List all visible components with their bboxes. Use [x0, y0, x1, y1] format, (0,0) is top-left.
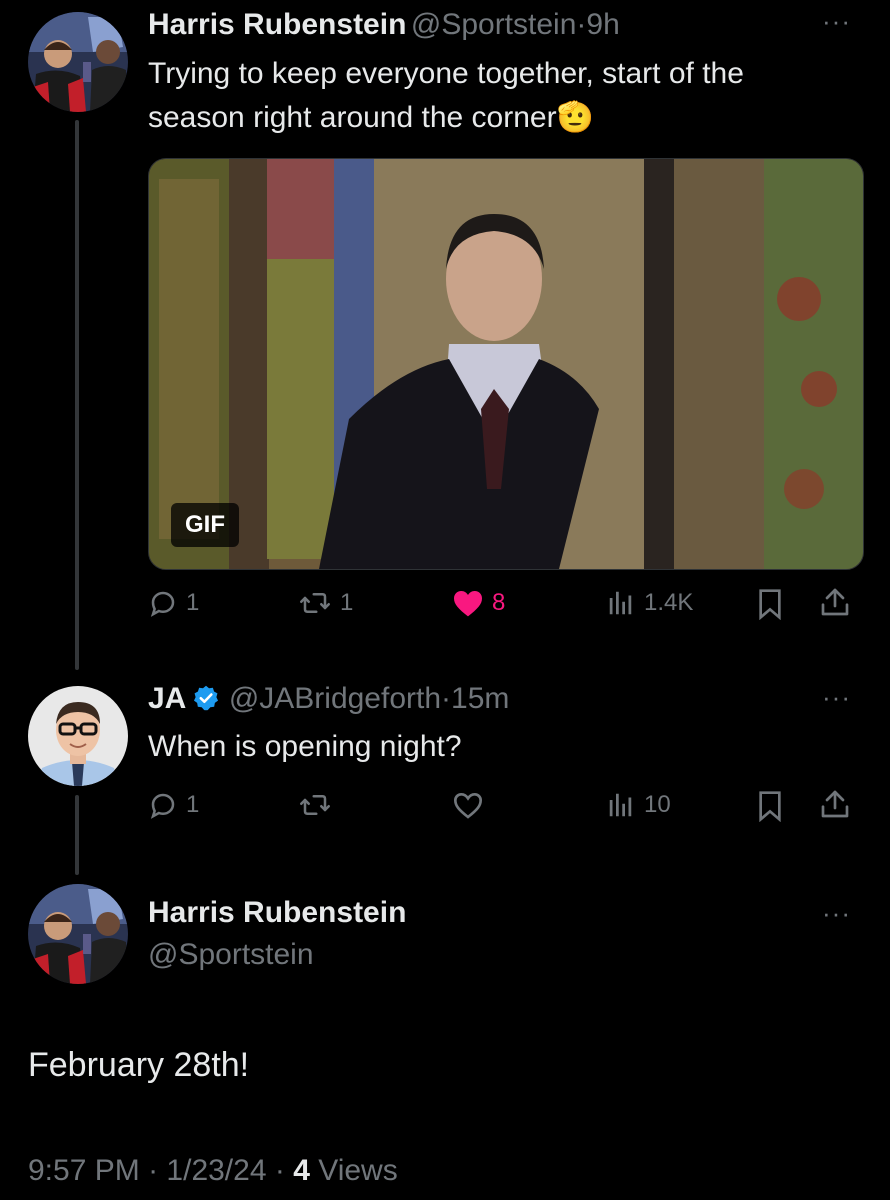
tweet-text-line: Trying to keep everyone together, start …: [148, 57, 744, 90]
like-button[interactable]: [452, 790, 484, 820]
views-count: 1.4K: [644, 589, 694, 616]
analytics-icon: [609, 793, 632, 817]
tweet-meta: 9:57 PM · 1/23/24 · 4 Views: [28, 1154, 398, 1188]
gif-image: [149, 159, 863, 569]
share-icon: [821, 588, 849, 616]
views-count: 10: [644, 791, 671, 818]
like-button[interactable]: 8: [452, 588, 505, 618]
tweet-text: February 28th!: [28, 1046, 250, 1084]
tweet-text-span: season right around the corner: [148, 101, 557, 134]
separator-dot: ·: [576, 8, 587, 41]
thread-connector-line: [75, 120, 79, 670]
tweet-text: When is opening night?: [148, 730, 462, 763]
reply-button[interactable]: 1: [148, 588, 199, 618]
share-icon: [821, 790, 849, 818]
avatar-image: [28, 884, 128, 984]
share-button[interactable]: [820, 586, 850, 618]
retweet-count: 1: [340, 589, 354, 616]
share-button[interactable]: [820, 788, 850, 820]
views-label: Views: [318, 1154, 398, 1187]
display-name[interactable]: Harris Rubenstein: [148, 896, 406, 930]
views-button[interactable]: 1.4K: [606, 588, 693, 618]
separator-dot: ·: [441, 682, 452, 715]
avatar[interactable]: [28, 884, 128, 984]
views-button[interactable]: 10: [606, 790, 671, 820]
saluting-face-emoji: 🫡: [556, 101, 594, 134]
reply-count: 1: [186, 791, 200, 818]
analytics-icon: [609, 591, 632, 615]
avatar-image: [28, 686, 128, 786]
display-name[interactable]: JA: [148, 682, 186, 715]
more-icon[interactable]: ···: [822, 682, 851, 713]
tweet-timestamp[interactable]: 9:57 PM: [28, 1154, 140, 1187]
tweet-time[interactable]: 9h: [586, 8, 619, 41]
bookmark-button[interactable]: [756, 790, 784, 822]
avatar[interactable]: [28, 12, 128, 112]
like-count: 8: [492, 589, 506, 616]
user-handle[interactable]: @Sportstein: [411, 8, 577, 41]
user-handle[interactable]: @JABridgeforth: [229, 682, 441, 715]
reply-count: 1: [186, 589, 200, 616]
views-count: 4: [293, 1154, 310, 1187]
avatar-image: [28, 12, 128, 112]
gif-media[interactable]: GIF: [148, 158, 864, 570]
bookmark-icon: [759, 589, 781, 620]
tweet-date[interactable]: 1/23/24: [166, 1154, 266, 1187]
retweet-button[interactable]: [298, 790, 332, 820]
retweet-icon: [300, 593, 330, 613]
separator-dot: ·: [274, 1154, 285, 1187]
gif-badge: GIF: [171, 503, 239, 547]
heart-icon: [454, 591, 482, 617]
more-icon[interactable]: ···: [822, 6, 851, 37]
verified-badge-icon: [192, 684, 220, 717]
user-handle[interactable]: @Sportstein: [148, 938, 314, 972]
bookmark-icon: [759, 791, 781, 822]
heart-icon: [453, 792, 483, 819]
retweet-icon: [300, 795, 330, 815]
tweet-text: Trying to keep everyone together, start …: [148, 52, 868, 140]
reply-icon: [150, 591, 175, 617]
more-icon[interactable]: ···: [822, 898, 851, 929]
reply-icon: [150, 793, 175, 819]
thread-connector-line: [75, 795, 79, 875]
avatar[interactable]: [28, 686, 128, 786]
reply-button[interactable]: 1: [148, 790, 199, 820]
separator-dot: ·: [148, 1154, 159, 1187]
tweet-header: Harris Rubenstein @Sportstein·9h: [148, 8, 620, 42]
retweet-button[interactable]: 1: [298, 588, 353, 618]
tweet-header: JA @JABridgeforth·15m: [148, 682, 509, 717]
tweet-text-line: season right around the corner🫡: [148, 96, 868, 140]
tweet-time[interactable]: 15m: [451, 682, 509, 715]
bookmark-button[interactable]: [756, 588, 784, 620]
display-name[interactable]: Harris Rubenstein: [148, 8, 406, 41]
